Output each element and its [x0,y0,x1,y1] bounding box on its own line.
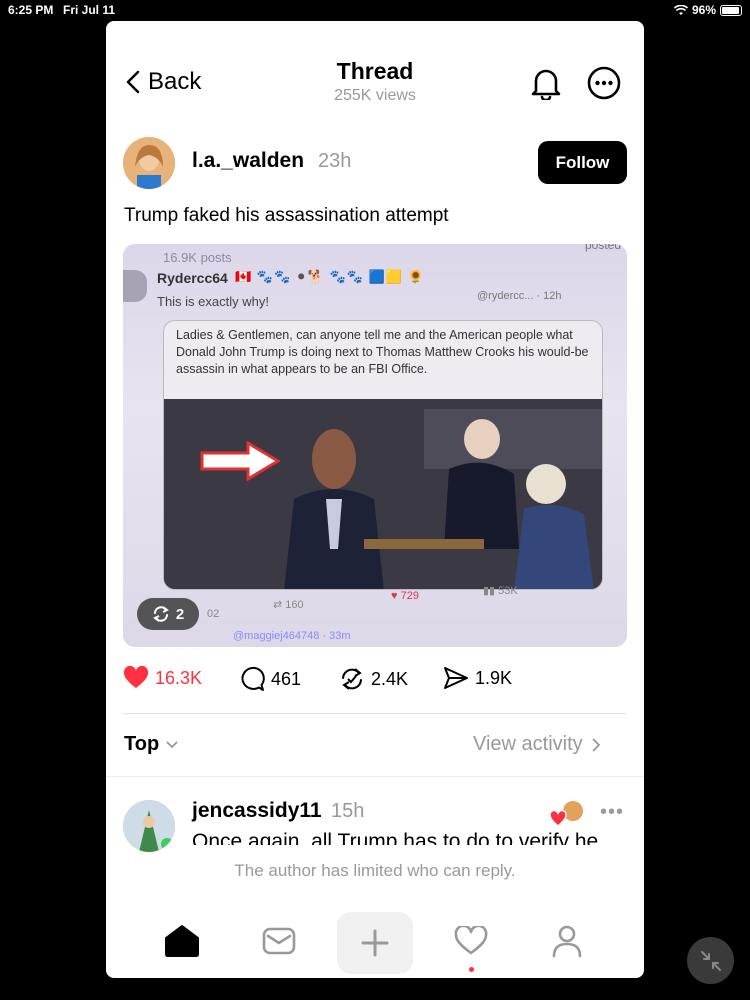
divider [106,776,644,777]
media-likes-count: 729 [400,590,419,602]
minimize-button[interactable] [687,937,734,984]
reply-username[interactable]: jencassidy11 [192,799,322,823]
tab-compose[interactable] [337,912,413,974]
sort-dropdown[interactable]: Top [124,733,179,756]
media-quote-text: Ladies & Gentlemen, can anyone tell me a… [176,328,589,376]
bell-icon[interactable] [530,66,562,100]
share-count: 1.9K [475,667,513,688]
media-likes: ♥ 729 [391,590,419,602]
post-time: 23h [318,150,352,172]
reply-avatar[interactable] [123,800,175,852]
chevron-right-icon [592,737,600,752]
view-activity-link[interactable]: View activity [473,733,601,756]
battery-icon [720,4,742,16]
plus-icon [361,929,389,957]
media-posts-count: 16.9K posts [163,250,232,265]
collapse-arrows-icon [700,950,721,971]
repost-chip[interactable]: 2 [137,598,199,630]
battery-percent: 96% [691,3,716,17]
heart-icon [454,926,488,955]
reply-more-icon[interactable]: ••• [600,801,624,824]
media-posted-fragment: posted [584,244,621,252]
follow-button[interactable]: Follow [538,141,627,184]
tab-messages[interactable] [249,911,309,971]
sort-label: Top [124,733,160,755]
send-icon [444,667,468,689]
status-date: Fri Jul 11 [63,3,116,17]
reply-count: 461 [271,668,302,689]
thread-card: Back Thread 255K views l.a._walden 23h F… [106,21,644,978]
post-actions: 16.3K 461 2.4K 1.9K [123,666,627,696]
share-button[interactable]: 1.9K [443,666,512,690]
post-media[interactable]: posted 16.9K posts Ryder​cc64 🇨🇦 🐾🐾 ⚫🐕 🐾… [123,244,627,647]
wifi-icon [673,4,688,15]
media-quote-card: Ladies & Gentlemen, can anyone tell me a… [163,320,603,590]
thread-header: Back Thread 255K views [106,21,644,131]
page-title: Thread [336,58,414,84]
more-options-icon[interactable] [587,66,621,100]
like-count: 16.3K [155,667,203,688]
reply-button[interactable]: 461 [239,666,301,692]
media-avatar [123,270,147,302]
tab-activity[interactable] [441,911,501,971]
status-time: 6:25 PM [8,3,54,17]
tab-bar [106,911,644,978]
heart-filled-icon [123,666,149,688]
media-left-count: 02 [207,608,220,620]
media-emoji-flags: 🇨🇦 🐾🐾 ⚫🐕 🐾🐾 🟦🟨 🌻 [235,269,425,284]
view-count: 255K views [334,87,416,104]
media-retweets: ⇄ 160 [273,599,304,611]
repost-chip-count: 2 [175,605,185,623]
author-avatar[interactable] [123,137,175,189]
repost-count: 2.4K [371,668,409,689]
repost-icon [152,606,169,622]
tab-home[interactable] [152,911,212,971]
media-embedded-handle: @rydercc... · 12h [477,290,562,302]
reply-text: Once again, all Trump has to do to verif… [192,831,599,845]
media-embedded-subtitle: This is exactly why! [157,294,269,309]
tab-profile[interactable] [537,911,597,971]
view-activity-label: View activity [473,733,583,755]
divider [123,713,627,714]
like-button[interactable]: 16.3K [123,666,202,690]
chevron-down-icon [166,740,178,748]
repost-icon [342,668,362,690]
comment-icon [241,666,265,691]
profile-icon [552,925,582,958]
media-views-count: 53K [498,585,518,597]
home-icon [165,925,199,957]
mail-icon [262,927,296,955]
post-text: Trump faked his assassination attempt [124,205,449,226]
limited-reply-notice: The author has limited who can reply. [234,861,516,880]
reply-time: 15h [331,800,365,822]
media-bottom-handle: @maggiej464748 · 33m [233,630,351,642]
author-username[interactable]: l.a._walden [192,149,304,173]
liked-by-author-icon [549,801,583,827]
media-embedded-user: Ryder​cc64 [157,270,228,286]
media-retweets-count: 160 [285,599,304,611]
media-views: ▮▮ 53K [483,585,518,597]
media-photo [164,399,602,589]
status-right: 96% [673,3,742,17]
repost-button[interactable]: 2.4K [339,666,408,692]
red-arrow-icon [200,441,280,481]
status-bar: 6:25 PM Fri Jul 11 96% [0,0,750,20]
activity-notification-dot [469,967,474,972]
